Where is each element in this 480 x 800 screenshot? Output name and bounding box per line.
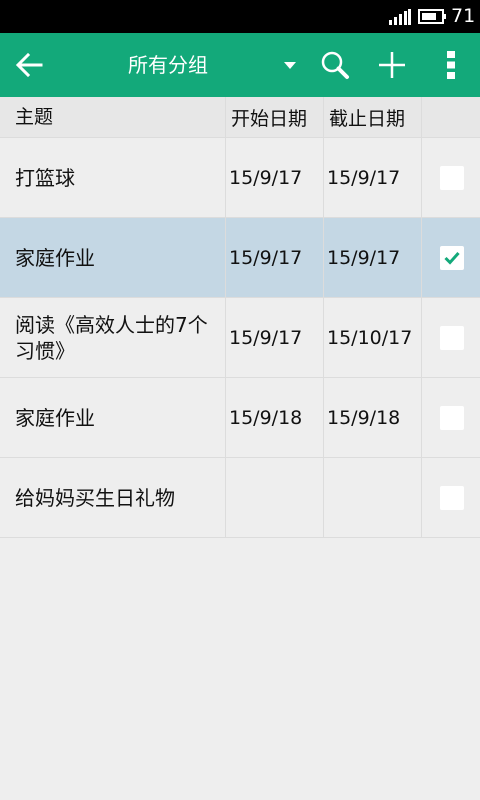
task-checkbox[interactable] xyxy=(440,485,464,510)
more-options-button[interactable] xyxy=(428,33,474,97)
signal-icon xyxy=(389,9,411,25)
task-check-cell xyxy=(422,378,480,457)
task-check-cell xyxy=(422,138,480,217)
arrow-left-icon xyxy=(15,52,43,78)
task-due-date: 15/9/17 xyxy=(324,138,422,217)
task-start-date: 15/9/17 xyxy=(226,218,324,297)
check-icon xyxy=(444,251,460,265)
task-subject: 给妈妈买生日礼物 xyxy=(0,458,226,537)
battery-icon xyxy=(418,9,446,24)
add-button[interactable] xyxy=(369,33,415,97)
task-checkbox[interactable] xyxy=(440,245,464,270)
table-row[interactable]: 打篮球 15/9/17 15/9/17 xyxy=(0,138,480,218)
task-check-cell xyxy=(422,218,480,297)
caret-down-icon xyxy=(284,62,296,69)
task-start-date: 15/9/18 xyxy=(226,378,324,457)
table-row[interactable]: 给妈妈买生日礼物 xyxy=(0,458,480,538)
task-due-date xyxy=(324,458,422,537)
toolbar: 所有分组 xyxy=(0,33,480,97)
task-start-date xyxy=(226,458,324,537)
task-check-cell xyxy=(422,298,480,377)
group-title: 所有分组 xyxy=(128,53,208,77)
task-table: 主题 开始日期 截止日期 打篮球 15/9/17 15/9/17 家庭作业 15… xyxy=(0,97,480,538)
task-subject: 家庭作业 xyxy=(0,378,226,457)
table-row[interactable]: 家庭作业 15/9/17 15/9/17 xyxy=(0,218,480,298)
task-checkbox[interactable] xyxy=(440,165,464,190)
header-subject[interactable]: 主题 xyxy=(0,97,226,137)
task-subject: 家庭作业 xyxy=(0,218,226,297)
task-checkbox[interactable] xyxy=(440,325,464,350)
task-check-cell xyxy=(422,458,480,537)
more-vertical-icon xyxy=(447,51,455,79)
header-check xyxy=(422,97,480,137)
table-row[interactable]: 家庭作业 15/9/18 15/9/18 xyxy=(0,378,480,458)
battery-level: 71 xyxy=(451,5,476,27)
task-due-date: 15/9/17 xyxy=(324,218,422,297)
table-row[interactable]: 阅读《高效人士的7个习惯》 15/9/17 15/10/17 xyxy=(0,298,480,378)
task-start-date: 15/9/17 xyxy=(226,298,324,377)
back-button[interactable] xyxy=(6,33,52,97)
app-screen: 71 所有分组 主题 开始日期 截止日期 打篮球 15/9/17 15/9/17… xyxy=(0,0,480,800)
task-due-date: 15/9/18 xyxy=(324,378,422,457)
group-dropdown[interactable]: 所有分组 xyxy=(110,33,305,97)
plus-icon xyxy=(379,52,405,78)
search-button[interactable] xyxy=(312,33,358,97)
task-checkbox[interactable] xyxy=(440,405,464,430)
header-start-date[interactable]: 开始日期 xyxy=(226,97,324,137)
task-subject: 打篮球 xyxy=(0,138,226,217)
task-start-date: 15/9/17 xyxy=(226,138,324,217)
task-due-date: 15/10/17 xyxy=(324,298,422,377)
status-bar: 71 xyxy=(0,0,480,33)
header-due-date[interactable]: 截止日期 xyxy=(324,97,422,137)
search-icon xyxy=(321,51,349,79)
table-header: 主题 开始日期 截止日期 xyxy=(0,97,480,138)
task-subject: 阅读《高效人士的7个习惯》 xyxy=(0,298,226,377)
